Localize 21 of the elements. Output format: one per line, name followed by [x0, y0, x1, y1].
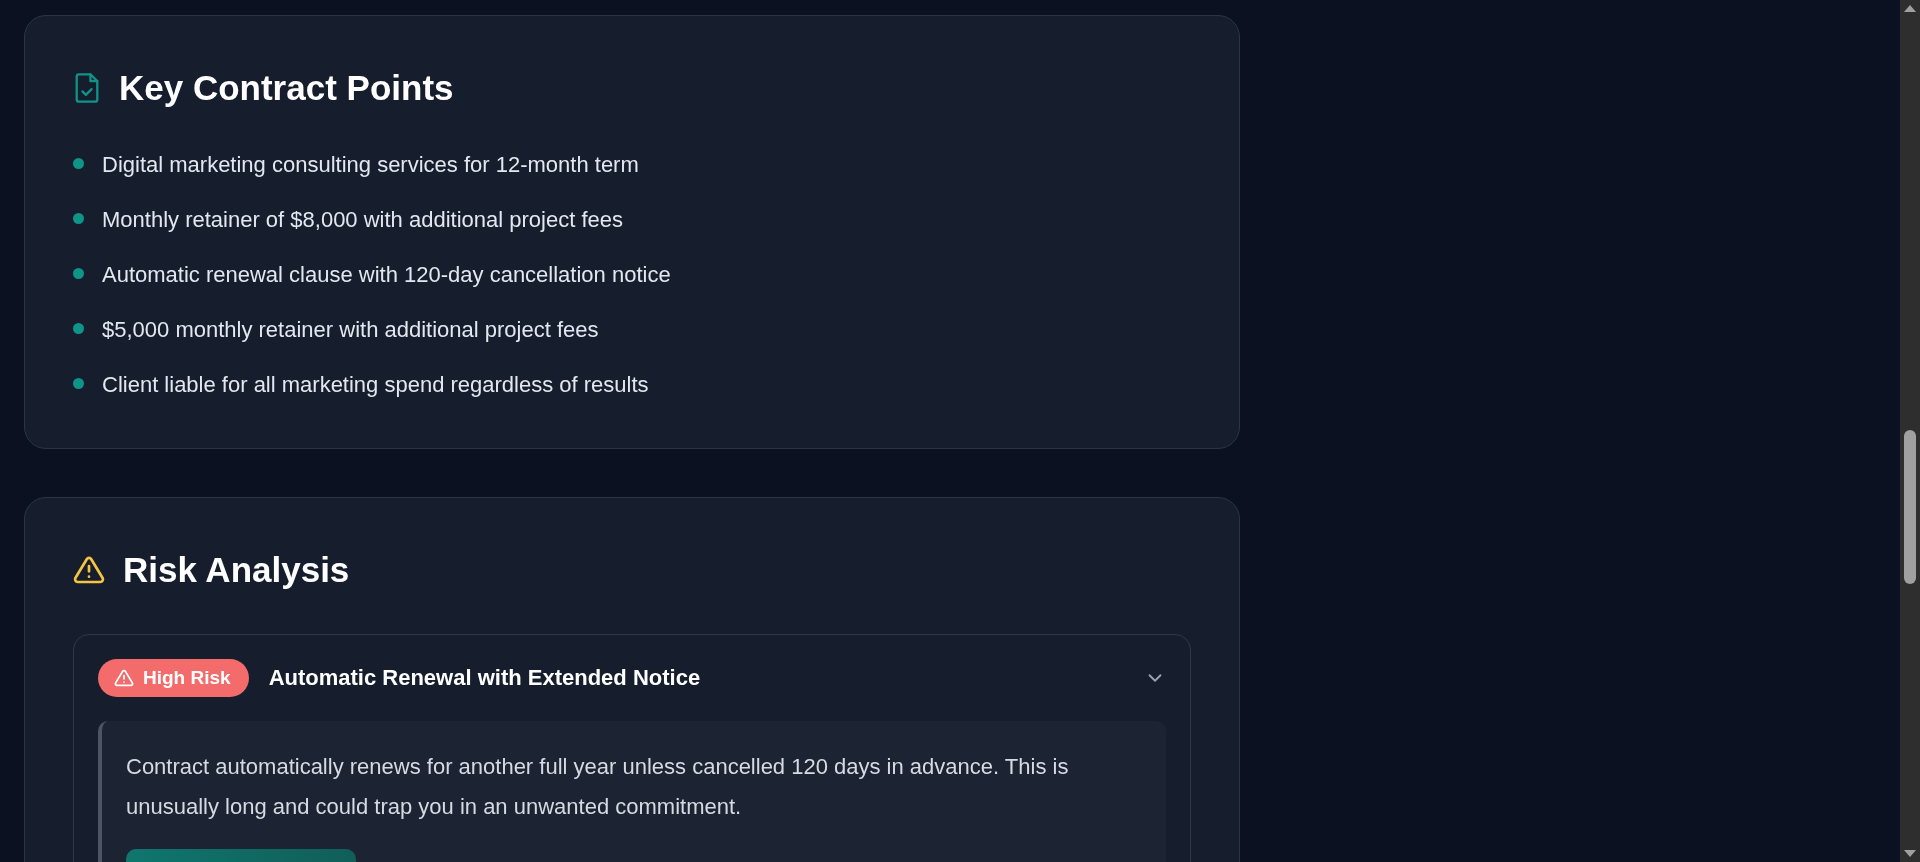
bullet-icon	[73, 267, 84, 279]
scrollbar-thumb[interactable]	[1904, 430, 1916, 584]
contract-point: Automatic renewal clause with 120-day cancellation notice	[102, 262, 671, 288]
bullet-icon	[73, 377, 84, 389]
warning-icon	[73, 555, 105, 585]
scroll-down-icon[interactable]	[1904, 850, 1916, 858]
contract-point: Digital marketing consulting services for 12-month term	[102, 152, 639, 178]
file-check-icon	[73, 72, 101, 104]
risk-description: Contract automatically renews for another full year unless cancelled 120 days in advance. This is unusually long and could trap you in an unwanted commitment.	[126, 753, 1070, 821]
card-title: Key Contract Points	[119, 68, 454, 108]
scrollbar[interactable]	[1900, 0, 1920, 862]
bullet-icon	[73, 212, 84, 224]
contract-point: Client liable for all marketing spend regardless of results	[102, 372, 649, 398]
risk-title: Automatic Renewal with Extended Notice	[268, 665, 702, 691]
contract-point: Monthly retainer of $8,000 with additional project fees	[102, 207, 623, 233]
scroll-up-icon[interactable]	[1904, 4, 1916, 12]
contract-point: $5,000 monthly retainer with additional project fees	[102, 317, 599, 343]
risk-badge: High Risk	[98, 659, 249, 697]
bullet-icon	[73, 322, 84, 334]
card-title: Risk Analysis	[123, 550, 350, 590]
bullet-icon	[73, 157, 84, 169]
